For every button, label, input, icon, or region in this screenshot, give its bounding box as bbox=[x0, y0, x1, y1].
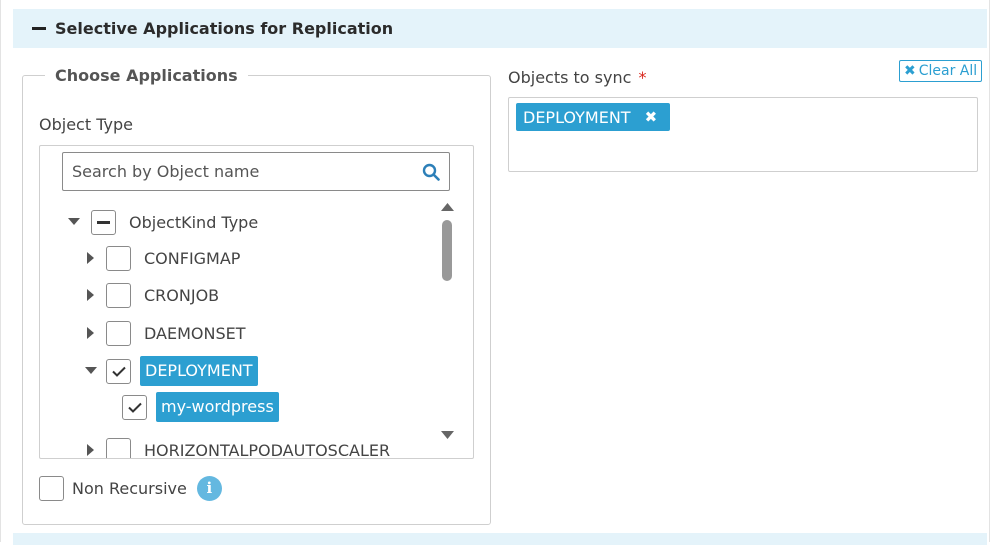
tree-item-checkbox[interactable] bbox=[106, 245, 131, 271]
search-icon[interactable] bbox=[422, 163, 440, 181]
caret-down-icon[interactable] bbox=[84, 364, 98, 378]
scroll-thumb[interactable] bbox=[442, 220, 452, 281]
collapse-icon[interactable] bbox=[32, 27, 46, 30]
chip-label: DEPLOYMENT bbox=[523, 107, 631, 127]
close-icon: ✖ bbox=[904, 63, 916, 79]
objects-to-sync-label: Objects to sync * bbox=[508, 68, 647, 87]
tree-clip: HORIZONTALPODAUTOSCALER bbox=[40, 420, 440, 458]
remove-chip-icon[interactable]: ✖ bbox=[645, 108, 658, 126]
non-recursive-checkbox[interactable] bbox=[39, 475, 64, 501]
tree-item-label-selected[interactable]: DEPLOYMENT bbox=[140, 356, 258, 386]
non-recursive-option[interactable]: Non Recursive i bbox=[39, 475, 222, 501]
caret-right-icon[interactable] bbox=[84, 251, 98, 265]
non-recursive-label: Non Recursive bbox=[72, 478, 187, 498]
tree-item-label: CONFIGMAP bbox=[144, 248, 241, 268]
tree-node-root[interactable]: ObjectKind Type bbox=[67, 207, 258, 237]
tree-item-checkbox-checked[interactable] bbox=[106, 358, 131, 384]
tree-item-cronjob[interactable]: CRONJOB bbox=[84, 280, 219, 310]
tree-root-label: ObjectKind Type bbox=[129, 212, 259, 232]
tree-item-checkbox[interactable] bbox=[106, 282, 131, 308]
object-search-input[interactable] bbox=[70, 153, 410, 190]
section-header[interactable]: Selective Applications for Replication bbox=[13, 9, 987, 48]
scroll-down-icon[interactable] bbox=[441, 431, 454, 440]
panel-border-right bbox=[989, 0, 990, 542]
section-title: Selective Applications for Replication bbox=[55, 19, 394, 38]
caret-down-icon[interactable] bbox=[67, 215, 81, 229]
tree-item-deployment[interactable]: DEPLOYMENT bbox=[84, 356, 258, 386]
tree-item-checkbox[interactable] bbox=[106, 320, 131, 346]
tree-root-checkbox[interactable] bbox=[91, 209, 116, 235]
tree-item-label: DAEMONSET bbox=[144, 323, 246, 343]
panel-border-left bbox=[0, 0, 1, 542]
caret-right-icon[interactable] bbox=[84, 326, 98, 340]
scroll-up-icon[interactable] bbox=[441, 203, 454, 212]
tree-item-label: CRONJOB bbox=[144, 285, 220, 305]
object-search-field[interactable] bbox=[62, 152, 450, 191]
choose-applications-legend: Choose Applications bbox=[55, 66, 238, 85]
tree-item-daemonset[interactable]: DAEMONSET bbox=[84, 318, 246, 348]
tree-item-label: HORIZONTALPODAUTOSCALER bbox=[144, 440, 391, 459]
selected-object-chip[interactable]: DEPLOYMENT ✖ bbox=[516, 103, 671, 131]
tree-item-horizontalpodautoscaler[interactable]: HORIZONTALPODAUTOSCALER bbox=[84, 435, 390, 458]
clear-all-label: Clear All bbox=[918, 63, 978, 79]
next-section-header[interactable] bbox=[13, 533, 987, 545]
clear-all-button[interactable]: ✖ Clear All bbox=[899, 60, 983, 82]
tree-item-checkbox-checked[interactable] bbox=[122, 394, 147, 420]
objects-to-sync-text: Objects to sync bbox=[508, 68, 632, 87]
tree-item-checkbox[interactable] bbox=[106, 437, 131, 458]
caret-right-icon[interactable] bbox=[84, 288, 98, 302]
tree-item-configmap[interactable]: CONFIGMAP bbox=[84, 243, 240, 273]
caret-right-icon[interactable] bbox=[84, 443, 98, 457]
tree-item-label-selected[interactable]: my-wordpress bbox=[156, 392, 279, 422]
object-type-label: Object Type bbox=[39, 115, 133, 134]
required-marker: * bbox=[638, 68, 647, 87]
tree-item-my-wordpress[interactable]: my-wordpress bbox=[122, 392, 279, 422]
info-icon[interactable]: i bbox=[196, 475, 222, 501]
